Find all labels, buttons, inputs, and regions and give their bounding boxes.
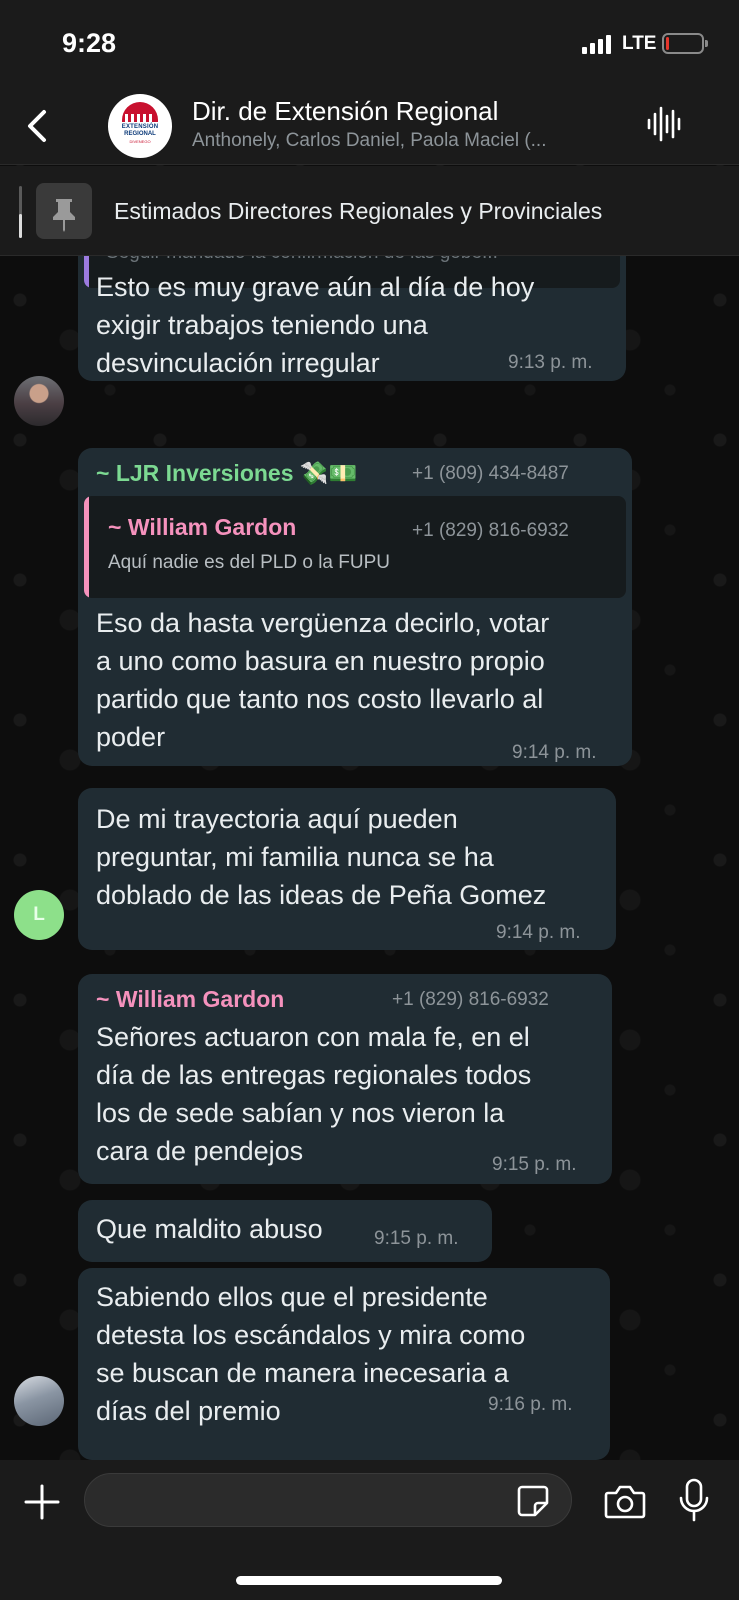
group-members[interactable]: Anthonely, Carlos Daniel, Paola Maciel (…	[192, 130, 612, 152]
reply-quote[interactable]: ~ William Gardon +1 (829) 816-6932 Aquí …	[84, 496, 626, 598]
logo-columns	[125, 114, 155, 122]
sender-phone: +1 (829) 816-6932	[392, 989, 549, 1010]
message-line: Esto es muy grave aún al día de hoy	[96, 272, 535, 302]
logo-text-line3: DIVENEGO	[129, 139, 151, 144]
sender-name[interactable]: ~ William Gardon	[96, 986, 284, 1013]
message-time: 9:15 p. m.	[374, 1228, 459, 1249]
message-input[interactable]	[84, 1473, 572, 1527]
quote-bar	[84, 496, 89, 598]
chevron-left-icon[interactable]	[22, 106, 52, 146]
message-line: Que maldito abuso	[96, 1214, 323, 1244]
pin-icon-box	[36, 183, 92, 239]
home-indicator	[236, 1576, 502, 1585]
message-text: Que maldito abuso	[96, 1210, 376, 1248]
message-text: De mi trayectoria aquí pueden preguntar,…	[96, 800, 616, 914]
message-bubble[interactable]: Seguir mandado la confirmación de las go…	[78, 256, 626, 381]
message-line: detesta los escándalos y mira como	[96, 1320, 526, 1350]
message-line: día de las entregas regionales todos	[96, 1060, 532, 1090]
message-text: Señores actuaron con mala fe, en el día …	[96, 1018, 606, 1170]
message-text: Eso da hasta vergüenza decirlo, votar a …	[96, 604, 626, 756]
pin-indicator-active	[19, 214, 22, 238]
sender-avatar[interactable]	[14, 1376, 64, 1426]
microphone-icon[interactable]	[678, 1478, 710, 1522]
camera-icon[interactable]	[604, 1483, 646, 1519]
message-line: Sabiendo ellos que el presidente	[96, 1282, 488, 1312]
quote-bar	[84, 256, 89, 288]
message-time: 9:15 p. m.	[492, 1154, 577, 1175]
battery-icon	[662, 33, 708, 54]
message-bubble[interactable]: ~ LJR Inversiones 💸💵 +1 (809) 434-8487 ~…	[78, 448, 632, 766]
group-title[interactable]: Dir. de Extensión Regional	[192, 96, 498, 127]
message-line: preguntar, mi familia nunca se ha	[96, 842, 494, 872]
signal-icon	[582, 34, 611, 54]
message-time: 9:14 p. m.	[496, 922, 581, 943]
clock: 9:28	[62, 28, 117, 58]
pin-icon	[53, 199, 75, 232]
composer-bar	[0, 1460, 739, 1600]
quote-text: Seguir mandado la confirmación de las go…	[106, 256, 498, 264]
quote-author: ~ William Gardon	[108, 514, 297, 540]
message-line: Señores actuaron con mala fe, en el	[96, 1022, 530, 1052]
sender-phone: +1 (809) 434-8487	[412, 463, 569, 484]
logo-text-line1: EXTENSIÓN	[121, 124, 159, 130]
message-line: Eso da hasta vergüenza decirlo, votar	[96, 608, 550, 638]
message-bubble[interactable]: Sabiendo ellos que el presidente detesta…	[78, 1268, 610, 1460]
group-avatar[interactable]: EXTENSIÓN REGIONAL DIVENEGO	[108, 94, 172, 158]
waveform-icon[interactable]	[646, 104, 682, 144]
quote-text: Aquí nadie es del PLD o la FUPU	[108, 552, 390, 573]
message-line: a uno como basura en nuestro propio	[96, 646, 545, 676]
message-time: 9:13 p. m.	[508, 352, 593, 373]
message-time: 9:14 p. m.	[512, 742, 597, 763]
quote-phone: +1 (829) 816-6932	[412, 520, 569, 541]
network-type: LTE	[622, 33, 657, 54]
message-bubble[interactable]: ~ William Gardon +1 (829) 816-6932 Señor…	[78, 974, 612, 1184]
message-list[interactable]: Seguir mandado la confirmación de las go…	[0, 256, 739, 1460]
message-line: De mi trayectoria aquí pueden	[96, 804, 458, 834]
battery-level	[666, 37, 669, 50]
plus-icon[interactable]	[24, 1484, 60, 1520]
message-line: exigir trabajos teniendo una	[96, 310, 428, 340]
message-line: los de sede sabían y nos vieron la	[96, 1098, 505, 1128]
message-line: doblado de las ideas de Peña Gomez	[96, 880, 547, 910]
sender-name[interactable]: ~ LJR Inversiones 💸💵	[96, 460, 357, 487]
sender-avatar[interactable]: L	[14, 890, 64, 940]
logo-text-line2: REGIONAL	[124, 131, 156, 137]
sticker-icon[interactable]	[516, 1484, 550, 1518]
pinned-message-bar[interactable]: Estimados Directores Regionales y Provin…	[0, 166, 739, 256]
message-line: se buscan de manera inecesaria a	[96, 1358, 509, 1388]
message-bubble[interactable]: Que maldito abuso 9:15 p. m.	[78, 1200, 492, 1262]
message-time: 9:16 p. m.	[488, 1394, 573, 1415]
pinned-message-text[interactable]: Estimados Directores Regionales y Provin…	[114, 198, 602, 225]
status-bar: 9:28 LTE	[0, 0, 739, 90]
chat-header[interactable]: EXTENSIÓN REGIONAL DIVENEGO Dir. de Exte…	[0, 90, 739, 165]
message-bubble[interactable]: De mi trayectoria aquí pueden preguntar,…	[78, 788, 616, 950]
sender-avatar[interactable]	[14, 376, 64, 426]
message-line: partido que tanto nos costo llevarlo al	[96, 684, 544, 714]
